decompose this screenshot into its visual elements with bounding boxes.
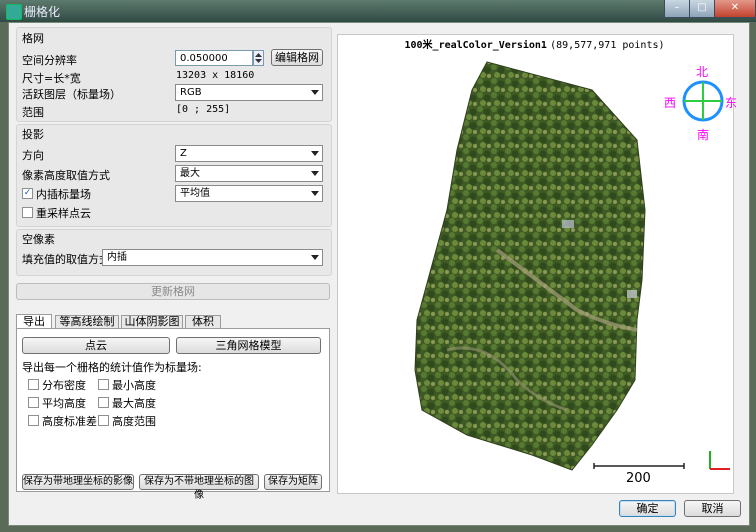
active-layer-value: RGB [180,87,202,98]
edit-grid-button[interactable]: 编辑格网 [271,49,323,66]
interpolate-sf-select[interactable]: 平均值 [175,185,323,202]
export-mesh-button[interactable]: 三角网格模型 [176,337,321,354]
minimize-button[interactable]: – [664,0,690,18]
direction-value: Z [180,148,187,159]
chevron-down-icon [311,171,319,176]
stat-avg-height-checkbox[interactable] [28,397,39,408]
tab-volume[interactable]: 体积 [185,315,221,329]
point-cloud-render [414,61,646,471]
step-spinner[interactable] [253,50,264,66]
empty-cells-group-title: 空像素 [22,233,55,246]
cell-height-label: 像素高度取值方式 [22,169,110,182]
interpolate-sf-label: 内插标量场 [36,188,91,201]
chevron-down-icon [311,151,319,156]
stat-density-label: 分布密度 [42,379,86,392]
stat-height-range-checkbox[interactable] [98,415,109,426]
stat-avg-height-label: 平均高度 [42,397,86,410]
direction-select[interactable]: Z [175,145,323,162]
direction-label: 方向 [22,149,44,162]
projection-group-title: 投影 [22,128,44,141]
tab-hillshade[interactable]: 山体阴影图 [121,315,183,329]
stat-std-height-label: 高度标准差 [42,415,97,428]
scale-bar [593,463,685,469]
resample-label: 重采样点云 [36,207,91,220]
resample-checkbox[interactable] [22,207,33,218]
save-nogeo-image-button[interactable]: 保存为不带地理坐标的图像 [139,474,259,501]
step-input[interactable]: 0.050000 [175,50,253,66]
chevron-down-icon [311,90,319,95]
interpolate-sf-checkbox[interactable]: ✓ [22,188,33,199]
step-label: 空间分辨率 [22,54,77,67]
range-value: [0 ; 255] [176,104,231,115]
active-layer-select[interactable]: RGB [175,84,323,101]
save-geo-image-button[interactable]: 保存为带地理坐标的影像 [22,474,134,490]
compass-north-label: 北 [696,65,709,79]
scale-value: 200 [626,471,651,486]
chevron-down-icon [311,255,319,260]
tab-contour[interactable]: 等高线绘制 [55,315,119,329]
spinner-arrows-icon [255,53,262,63]
stat-std-height-checkbox[interactable] [28,415,39,426]
app-icon [6,4,22,20]
viewer-caption: 100米_realColor_Version1 (89,577,971 poin… [337,36,732,51]
compass-east-label: 东 [725,96,738,110]
update-grid-button[interactable]: 更新格网 [16,283,330,300]
export-stats-label: 导出每一个栅格的统计值作为标量场: [22,361,202,374]
cell-height-select[interactable]: 最大 [175,165,323,182]
title-bar[interactable] [0,0,756,22]
chevron-down-icon [311,191,319,196]
tab-export[interactable]: 导出 [16,314,52,329]
compass-south-label: 南 [697,128,710,142]
fill-label: 填充值的取值方式 [22,253,110,266]
fill-select[interactable]: 内插 [102,249,323,266]
maximize-button[interactable]: □ [689,0,715,18]
active-layer-label: 活跃图层（标量场） [22,88,121,101]
stat-min-height-label: 最小高度 [112,379,156,392]
compass-icon [682,80,724,122]
interpolate-sf-value: 平均值 [180,188,210,199]
fill-value: 内插 [107,252,127,263]
grid-group-title: 格网 [22,32,44,45]
stat-density-checkbox[interactable] [28,379,39,390]
size-label: 尺寸=长*宽 [22,72,81,85]
ok-button[interactable]: 确定 [619,500,676,517]
stat-max-height-label: 最大高度 [112,397,156,410]
save-matrix-button[interactable]: 保存为矩阵 [264,474,322,490]
range-label: 范围 [22,106,44,119]
compass-west-label: 西 [664,96,677,110]
axis-trihedron-icon [709,451,730,470]
stat-min-height-checkbox[interactable] [98,379,109,390]
close-button[interactable]: ✕ [714,0,756,18]
window-title: 栅格化 [24,5,61,19]
size-value: 13203 x 18160 [176,70,255,81]
export-cloud-button[interactable]: 点云 [22,337,170,354]
cell-height-value: 最大 [180,168,200,179]
cancel-button[interactable]: 取消 [684,500,741,517]
stat-max-height-checkbox[interactable] [98,397,109,408]
stat-height-range-label: 高度范围 [112,415,156,428]
